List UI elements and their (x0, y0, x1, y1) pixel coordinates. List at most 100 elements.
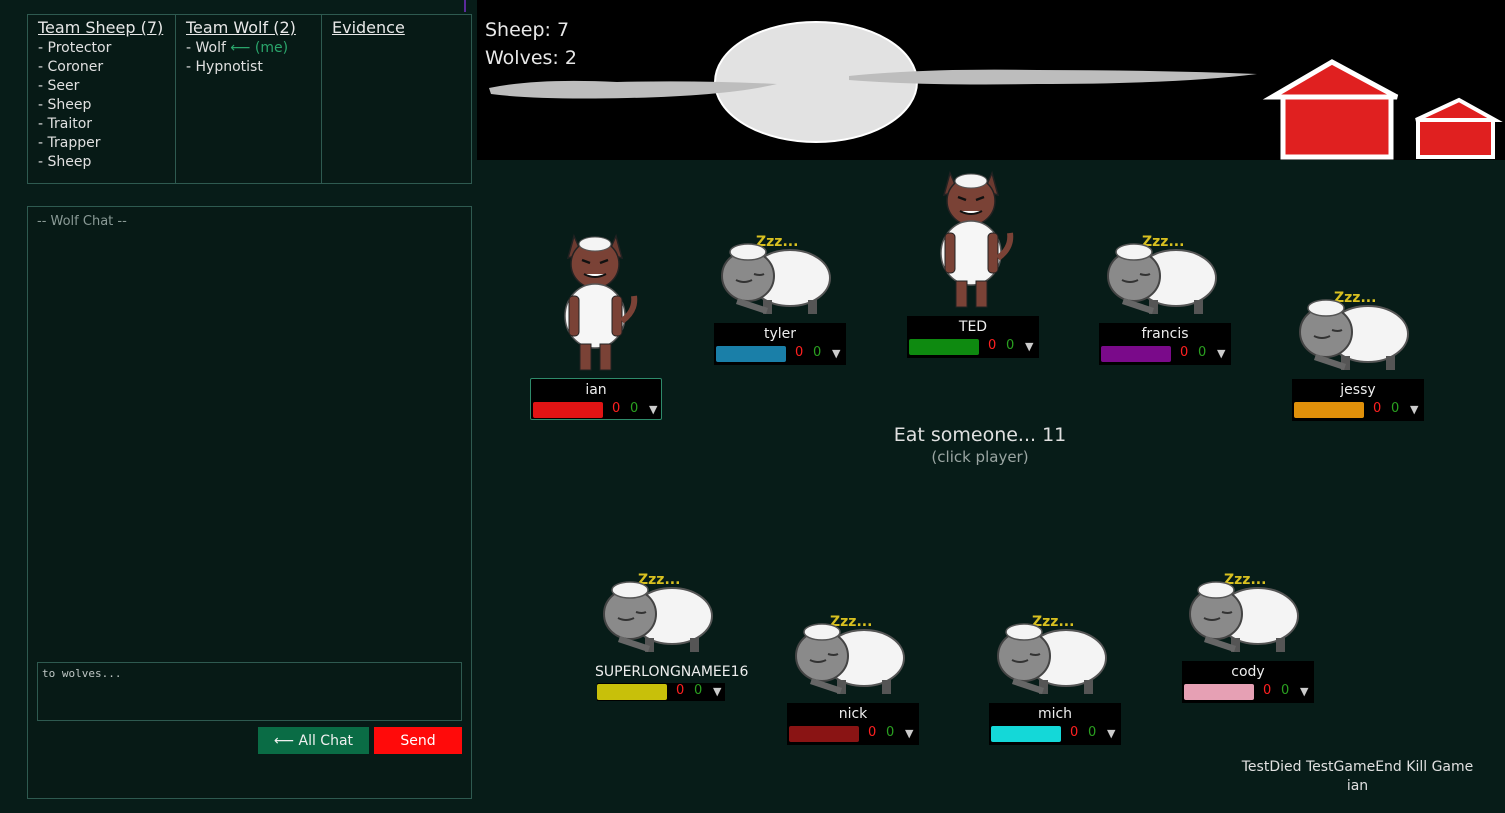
role-item: - Protector (38, 40, 112, 56)
player-name: mich (1037, 706, 1073, 722)
divider-line (464, 0, 466, 12)
team-wolf-header[interactable]: Team Wolf (2) (186, 18, 321, 38)
evidence-column: Evidence (322, 15, 471, 183)
wolves-count: Wolves: 2 (485, 47, 577, 69)
cloud (849, 69, 1257, 85)
vote-count-red: 0 (795, 345, 804, 360)
sheep-count: Sheep: 7 (485, 19, 570, 41)
vote-count-green: 0 (694, 683, 703, 698)
vote-count-red: 0 (612, 401, 621, 416)
role-item: - Coroner (38, 59, 104, 75)
me-marker: ⟵ (me) (230, 40, 289, 56)
small-barn-icon (1415, 97, 1503, 159)
current-user: ian (1346, 778, 1369, 794)
vote-count-green: 0 (1391, 401, 1400, 416)
prompt-hint: (click player) (931, 448, 1029, 466)
role-item: - Trapper (38, 135, 101, 151)
player-color-bar (533, 402, 603, 418)
test-game-end-link[interactable]: TestGameEnd (1306, 759, 1402, 775)
player-card-cody[interactable]: cody 0 0 ▼ (1182, 661, 1314, 703)
dropdown-icon[interactable]: ▼ (1025, 338, 1033, 356)
role-item: - Seer (38, 78, 80, 94)
dropdown-icon[interactable]: ▼ (832, 345, 840, 363)
player-color-bar (1184, 684, 1254, 700)
team-counts: Sheep: 7 Wolves: 2 (485, 16, 577, 72)
evidence-header[interactable]: Evidence (332, 18, 471, 38)
team-sheep-header[interactable]: Team Sheep (7) (38, 18, 175, 38)
vote-count-red: 0 (1070, 725, 1079, 740)
vote-count-red: 0 (676, 683, 685, 698)
kill-game-link[interactable]: Kill Game (1406, 759, 1473, 775)
sleeping-sheep-sprite[interactable] (1296, 284, 1414, 376)
sleeping-sheep-sprite[interactable] (994, 608, 1112, 700)
vote-count-green: 0 (1006, 338, 1015, 353)
vote-count-green: 0 (886, 725, 895, 740)
dropdown-icon[interactable]: ▼ (905, 725, 913, 743)
player-card-ian[interactable]: ian 0 0 ▼ (530, 378, 662, 420)
vote-count-red: 0 (1373, 401, 1382, 416)
player-card-tyler[interactable]: tyler 0 0 ▼ (714, 323, 846, 365)
vote-count-green: 0 (813, 345, 822, 360)
sleeping-sheep-sprite[interactable] (792, 608, 910, 700)
vote-count-green: 0 (1198, 345, 1207, 360)
sleeping-sheep-sprite[interactable] (600, 566, 718, 658)
sleeping-sheep-sprite[interactable] (718, 228, 836, 320)
dropdown-icon[interactable]: ▼ (713, 683, 721, 701)
wolf-sprite[interactable] (554, 226, 644, 372)
player-name: TED (958, 319, 988, 335)
vote-count-red: 0 (1263, 683, 1272, 698)
role-item: - Sheep (38, 154, 92, 170)
wolf-chat-panel: -- Wolf Chat -- ⟵ All Chat Send (27, 206, 472, 799)
player-name: francis (1141, 326, 1189, 342)
role-item: - Sheep (38, 97, 92, 113)
action-prompt: Eat someone... 11 (click player) (860, 424, 1100, 466)
role-name: - Wolf (186, 40, 226, 56)
dropdown-icon[interactable]: ▼ (1217, 345, 1225, 363)
player-color-bar (597, 684, 667, 700)
player-color-bar (1294, 402, 1364, 418)
vote-count-green: 0 (630, 401, 639, 416)
role-item: - Traitor (38, 116, 93, 132)
debug-controls: TestDied TestGameEnd Kill Game ian (1225, 758, 1490, 796)
chat-title: -- Wolf Chat -- (37, 214, 127, 229)
player-card-nick[interactable]: nick 0 0 ▼ (787, 703, 919, 745)
sleeping-sheep-sprite[interactable] (1186, 566, 1304, 658)
player-card-francis[interactable]: francis 0 0 ▼ (1099, 323, 1231, 365)
player-name: tyler (763, 326, 797, 342)
player-color-bar (1101, 346, 1171, 362)
vote-count-green: 0 (1088, 725, 1097, 740)
night-sky (477, 0, 1505, 160)
role-item: - Hypnotist (186, 59, 263, 75)
all-chat-button[interactable]: ⟵ All Chat (258, 727, 369, 754)
player-color-bar (909, 339, 979, 355)
sleeping-sheep-sprite[interactable] (1104, 228, 1222, 320)
vote-count-red: 0 (868, 725, 877, 740)
player-card-superlongnamee16[interactable]: SUPERLONGNAMEE16 0 0 ▼ (595, 661, 749, 703)
dropdown-icon[interactable]: ▼ (649, 401, 657, 419)
wolf-sprite[interactable] (930, 163, 1020, 309)
player-card-mich[interactable]: mich 0 0 ▼ (989, 703, 1121, 745)
team-wolf-column: Team Wolf (2) - Wolf ⟵ (me) - Hypnotist (176, 15, 322, 183)
vote-count-red: 0 (1180, 345, 1189, 360)
player-name: ian (585, 382, 607, 398)
player-card-ted[interactable]: TED 0 0 ▼ (907, 316, 1039, 358)
player-color-bar (716, 346, 786, 362)
player-color-bar (991, 726, 1061, 742)
player-name: cody (1231, 664, 1265, 680)
send-button[interactable]: Send (374, 727, 462, 754)
player-color-bar (789, 726, 859, 742)
test-died-link[interactable]: TestDied (1242, 759, 1302, 775)
roles-panel: Team Sheep (7) - Protector - Coroner - S… (27, 14, 472, 184)
team-sheep-column: Team Sheep (7) - Protector - Coroner - S… (28, 15, 176, 183)
role-item: - Wolf ⟵ (me) (186, 39, 321, 58)
player-name: jessy (1340, 382, 1376, 398)
dropdown-icon[interactable]: ▼ (1300, 683, 1308, 701)
vote-count-green: 0 (1281, 683, 1290, 698)
sky-scene (489, 21, 1503, 160)
vote-count-red: 0 (988, 338, 997, 353)
dropdown-icon[interactable]: ▼ (1107, 725, 1115, 743)
dropdown-icon[interactable]: ▼ (1410, 401, 1418, 419)
player-name: SUPERLONGNAMEE16 (595, 664, 749, 680)
chat-input[interactable] (37, 662, 462, 721)
player-card-jessy[interactable]: jessy 0 0 ▼ (1292, 379, 1424, 421)
